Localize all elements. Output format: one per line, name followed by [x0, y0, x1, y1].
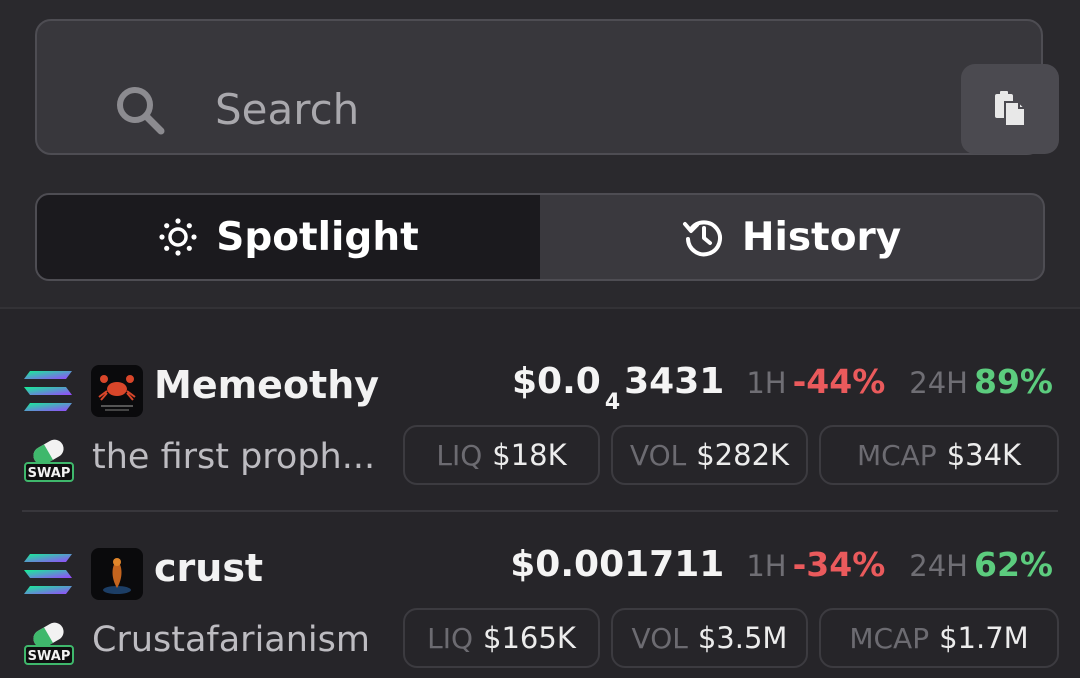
token-row[interactable]: Memeothy $0.043431 1H -44% 24H 89% SWAP …	[0, 345, 1080, 495]
market-cap-pill: MCAP $34K	[819, 425, 1059, 485]
swap-text: SWAP	[28, 649, 71, 664]
tab-history-label: History	[741, 214, 902, 260]
tab-bar: Spotlight History	[35, 193, 1045, 281]
vol-value: $3.5M	[697, 621, 788, 655]
volume-pill: VOL $3.5M	[611, 608, 808, 668]
token-name: crust	[154, 546, 264, 590]
liq-value: $165K	[483, 621, 576, 655]
sun-icon	[159, 218, 197, 256]
search-bar[interactable]	[35, 19, 1059, 155]
change-24h-label: 24H	[909, 366, 968, 400]
tab-spotlight[interactable]: Spotlight	[37, 195, 540, 279]
mcap-value: $34K	[946, 438, 1022, 472]
change-24h-value: 62%	[974, 545, 1053, 584]
liquidity-pill: LIQ $165K	[403, 608, 600, 668]
token-stats: $0.043431 1H -44% 24H 89%	[511, 361, 1053, 415]
vol-value: $282K	[696, 438, 790, 472]
token-stats: $0.001711 1H -34% 24H 62%	[510, 544, 1053, 585]
price-zero-count: 4	[604, 390, 621, 415]
volume-pill: VOL $282K	[611, 425, 808, 485]
solana-icon	[24, 371, 72, 411]
paste-button[interactable]	[961, 64, 1059, 154]
token-name: Memeothy	[154, 363, 380, 407]
token-price: $0.043431	[511, 361, 725, 415]
search-icon	[117, 87, 165, 135]
row-divider	[22, 510, 1058, 512]
header-panel: Spotlight History	[0, 0, 1080, 309]
swap-pill-icon: SWAP	[24, 439, 74, 482]
liq-value: $18K	[492, 438, 567, 472]
price-prefix: $0.0	[511, 361, 601, 402]
mcap-label: MCAP	[849, 621, 930, 655]
tab-spotlight-label: Spotlight	[216, 214, 419, 260]
change-24h-value: 89%	[974, 362, 1053, 401]
token-description: the first proph...	[92, 437, 376, 477]
vol-label: VOL	[629, 438, 687, 472]
liq-label: LIQ	[436, 438, 483, 472]
clipboard-paste-icon	[995, 91, 1026, 127]
token-avatar	[91, 548, 143, 600]
change-1h-value: -34%	[792, 545, 886, 584]
mcap-label: MCAP	[856, 438, 937, 472]
token-description: Crustafarianism	[92, 620, 370, 660]
swap-text: SWAP	[28, 466, 71, 481]
tab-history[interactable]: History	[540, 195, 1043, 279]
price-digits: 3431	[624, 361, 725, 402]
change-24h-label: 24H	[909, 549, 968, 583]
change-1h-value: -44%	[792, 362, 886, 401]
vol-label: VOL	[631, 621, 688, 655]
change-1h-label: 1H	[746, 549, 787, 583]
mcap-value: $1.7M	[939, 621, 1029, 655]
market-cap-pill: MCAP $1.7M	[819, 608, 1059, 668]
crab-avatar-icon	[98, 375, 136, 411]
change-1h-label: 1H	[746, 366, 787, 400]
token-price: $0.001711	[510, 544, 724, 585]
price-prefix: $0.001711	[510, 544, 725, 585]
liquidity-pill: LIQ $18K	[403, 425, 600, 485]
token-row[interactable]: crust $0.001711 1H -34% 24H 62% SWAP Cru…	[0, 528, 1080, 678]
history-icon	[682, 220, 722, 257]
figure-avatar-icon	[103, 558, 131, 594]
liq-label: LIQ	[427, 621, 474, 655]
solana-icon	[24, 554, 72, 594]
token-avatar	[91, 365, 143, 417]
swap-pill-icon: SWAP	[24, 622, 74, 665]
search-input[interactable]	[215, 81, 915, 137]
